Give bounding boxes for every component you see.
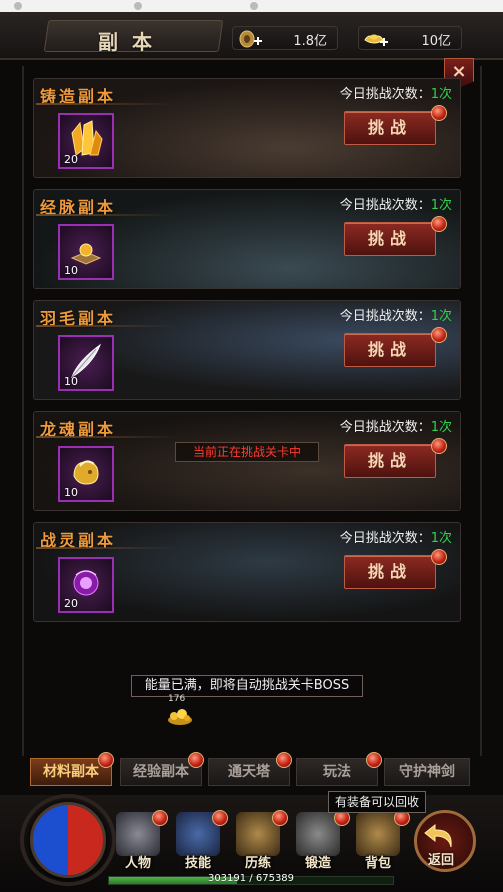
name-underline: [36, 214, 176, 216]
copper-resource[interactable]: 1.8亿: [232, 26, 338, 50]
challenge-count-value: 1次: [430, 531, 452, 546]
challenge-count-label: 今日挑战次数：: [339, 420, 431, 435]
dock-label: 锻造: [304, 856, 331, 871]
copper-value: 1.8亿: [293, 34, 327, 49]
challenge-count: 今日挑战次数：1次: [340, 83, 452, 102]
challenge-button[interactable]: 挑战: [344, 444, 436, 478]
notification-dot-icon: [272, 810, 288, 826]
notification-dot-icon: [431, 327, 447, 343]
exp-text: 303191 / 675389: [207, 873, 295, 884]
notification-dot-icon: [431, 105, 447, 121]
dungeon-card-feather: 羽毛副本 今日挑战次数：1次 10 挑战: [33, 300, 461, 400]
tab-notification-dot-icon: [366, 752, 382, 768]
name-underline: [36, 325, 176, 327]
reward-item-slot[interactable]: 20: [58, 113, 114, 169]
notification-dot-icon: [152, 810, 168, 826]
challenge-count-value: 1次: [430, 420, 452, 435]
status-toast: 当前正在挑战关卡中: [175, 442, 319, 462]
notification-dot-icon: [431, 549, 447, 565]
challenge-count-label: 今日挑战次数：: [339, 309, 431, 324]
tab-guardian-sword[interactable]: 守护神剑: [384, 758, 470, 786]
challenge-button[interactable]: 挑战: [344, 111, 436, 145]
challenge-count: 今日挑战次数：1次: [340, 305, 452, 324]
name-underline: [36, 436, 176, 438]
challenge-button[interactable]: 挑战: [344, 222, 436, 256]
challenge-count-label: 今日挑战次数：: [339, 87, 431, 102]
page-title: 副本: [98, 30, 166, 54]
notification-dot-icon: [431, 216, 447, 232]
challenge-button[interactable]: 挑战: [344, 333, 436, 367]
reward-item-slot[interactable]: 10: [58, 224, 114, 280]
challenge-count-label: 今日挑战次数：: [339, 198, 431, 213]
challenge-count: 今日挑战次数：1次: [340, 527, 452, 546]
energy-full-toast: 能量已满，即将自动挑战关卡BOSS: [131, 675, 363, 697]
challenge-count-value: 1次: [430, 309, 452, 324]
gold-resource[interactable]: 10亿: [358, 26, 462, 50]
status-dot-icon: [134, 2, 142, 10]
tab-notification-dot-icon: [98, 752, 114, 768]
name-underline: [36, 103, 176, 105]
dock-label: 技能: [184, 856, 211, 871]
hp-mp-orb: [30, 802, 106, 878]
reward-item-slot[interactable]: 10: [58, 335, 114, 391]
item-quantity: 10: [64, 264, 78, 277]
back-label: 返回: [428, 853, 455, 868]
dungeon-card-meridian: 经脉副本 今日挑战次数：1次 10 挑战: [33, 189, 461, 289]
notification-dot-icon: [212, 810, 228, 826]
status-dot-icon: [250, 2, 258, 10]
gold-ingot-plus-icon: [364, 34, 388, 46]
tab-notification-dot-icon: [188, 752, 204, 768]
challenge-count-value: 1次: [430, 87, 452, 102]
dungeon-card-war-spirit: 战灵副本 今日挑战次数：1次 20 挑战: [33, 522, 461, 622]
copper-coin-plus-icon: [239, 30, 262, 48]
challenge-count-value: 1次: [430, 198, 452, 213]
name-underline: [36, 547, 176, 549]
status-dot-icon: [14, 2, 22, 10]
gold-pile-count: 176: [168, 694, 186, 704]
challenge-count: 今日挑战次数：1次: [340, 416, 452, 435]
top-status-strip: [0, 0, 503, 12]
item-quantity: 10: [64, 375, 78, 388]
challenge-count: 今日挑战次数：1次: [340, 194, 452, 213]
item-quantity: 20: [64, 153, 78, 166]
dungeon-card-forging: 铸造副本 今日挑战次数：1次 20 挑战: [33, 78, 461, 178]
category-tabs: 材料副本 经验副本 通天塔 玩法 守护神剑: [30, 758, 470, 788]
reward-item-slot[interactable]: 10: [58, 446, 114, 502]
gold-pile-icon[interactable]: [166, 704, 194, 726]
challenge-button[interactable]: 挑战: [344, 555, 436, 589]
gold-value: 10亿: [421, 34, 451, 49]
dock-label: 背包: [364, 856, 391, 871]
challenge-count-label: 今日挑战次数：: [339, 531, 431, 546]
notification-dot-icon: [431, 438, 447, 454]
item-quantity: 10: [64, 486, 78, 499]
dock-label: 人物: [124, 856, 151, 871]
dock-label: 历练: [244, 856, 271, 871]
reward-item-slot[interactable]: 20: [58, 557, 114, 613]
item-quantity: 20: [64, 597, 78, 610]
header-bar: 副本 1.8亿 10亿: [0, 12, 503, 60]
recycle-notice[interactable]: 有装备可以回收: [328, 791, 426, 813]
tab-notification-dot-icon: [276, 752, 292, 768]
